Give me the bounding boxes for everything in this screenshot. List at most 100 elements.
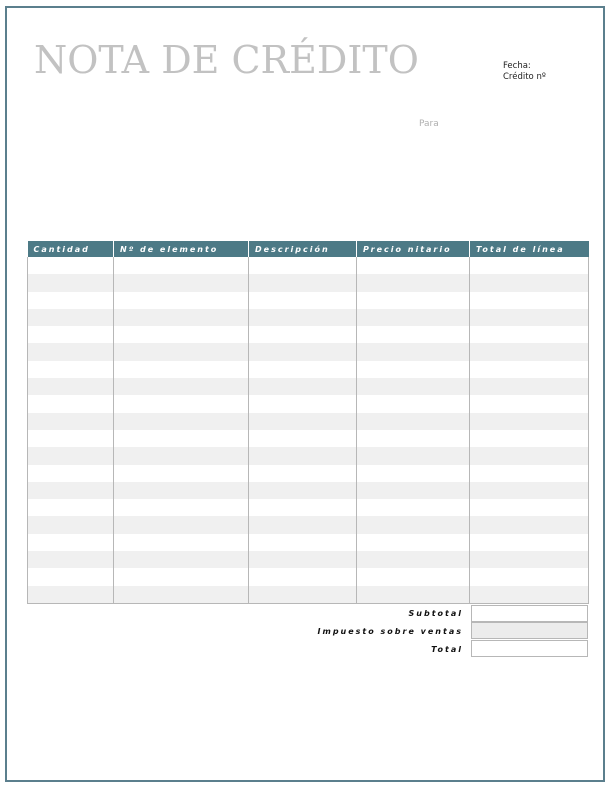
table-cell[interactable] <box>27 378 114 396</box>
table-cell[interactable] <box>113 464 249 482</box>
table-cell[interactable] <box>356 533 470 552</box>
table-cell[interactable] <box>356 429 470 448</box>
table-cell[interactable] <box>469 257 589 275</box>
table-cell[interactable] <box>469 395 589 413</box>
table-cell[interactable] <box>113 551 249 569</box>
table-cell[interactable] <box>469 481 589 500</box>
table-cell[interactable] <box>356 378 470 396</box>
table-cell[interactable] <box>469 447 589 465</box>
table-cell[interactable] <box>356 308 470 327</box>
table-cell[interactable] <box>27 360 114 379</box>
table-cell[interactable] <box>113 257 249 275</box>
table-cell[interactable] <box>248 551 357 569</box>
table-cell[interactable] <box>469 378 589 396</box>
table-cell[interactable] <box>248 274 357 292</box>
table-cell[interactable] <box>469 464 589 482</box>
table-cell[interactable] <box>27 585 114 604</box>
table-cell[interactable] <box>27 481 114 500</box>
table-cell[interactable] <box>356 464 470 482</box>
table-cell[interactable] <box>356 568 470 586</box>
table-cell[interactable] <box>113 343 249 361</box>
table-cell[interactable] <box>113 481 249 500</box>
table-cell[interactable] <box>248 568 357 586</box>
table-cell[interactable] <box>248 395 357 413</box>
table-cell[interactable] <box>469 568 589 586</box>
table-cell[interactable] <box>27 326 114 344</box>
table-cell[interactable] <box>356 343 470 361</box>
tax-field[interactable] <box>471 622 588 639</box>
table-cell[interactable] <box>356 395 470 413</box>
total-field[interactable] <box>471 640 588 657</box>
table-cell[interactable] <box>469 308 589 327</box>
table-cell[interactable] <box>356 360 470 379</box>
table-cell[interactable] <box>356 274 470 292</box>
table-cell[interactable] <box>248 585 357 604</box>
table-cell[interactable] <box>248 533 357 552</box>
table-cell[interactable] <box>356 551 470 569</box>
table-cell[interactable] <box>27 568 114 586</box>
table-cell[interactable] <box>248 516 357 534</box>
table-cell[interactable] <box>248 291 357 309</box>
table-cell[interactable] <box>248 343 357 361</box>
table-cell[interactable] <box>113 291 249 309</box>
table-cell[interactable] <box>27 395 114 413</box>
table-cell[interactable] <box>113 447 249 465</box>
table-cell[interactable] <box>113 516 249 534</box>
table-cell[interactable] <box>469 412 589 430</box>
table-cell[interactable] <box>469 551 589 569</box>
table-cell[interactable] <box>27 343 114 361</box>
table-cell[interactable] <box>356 481 470 500</box>
table-cell[interactable] <box>469 291 589 309</box>
table-cell[interactable] <box>27 533 114 552</box>
table-cell[interactable] <box>469 533 589 552</box>
table-cell[interactable] <box>113 360 249 379</box>
table-cell[interactable] <box>113 395 249 413</box>
table-cell[interactable] <box>27 499 114 517</box>
table-cell[interactable] <box>469 516 589 534</box>
subtotal-field[interactable] <box>471 604 588 622</box>
table-cell[interactable] <box>469 585 589 604</box>
table-cell[interactable] <box>469 499 589 517</box>
table-cell[interactable] <box>113 568 249 586</box>
table-cell[interactable] <box>27 464 114 482</box>
table-cell[interactable] <box>469 274 589 292</box>
table-cell[interactable] <box>248 326 357 344</box>
table-cell[interactable] <box>27 274 114 292</box>
table-cell[interactable] <box>27 516 114 534</box>
table-cell[interactable] <box>356 291 470 309</box>
table-cell[interactable] <box>248 464 357 482</box>
table-cell[interactable] <box>113 429 249 448</box>
table-cell[interactable] <box>469 429 589 448</box>
table-cell[interactable] <box>113 585 249 604</box>
table-cell[interactable] <box>113 326 249 344</box>
table-cell[interactable] <box>356 447 470 465</box>
table-cell[interactable] <box>469 360 589 379</box>
table-cell[interactable] <box>356 585 470 604</box>
table-cell[interactable] <box>27 551 114 569</box>
table-cell[interactable] <box>113 378 249 396</box>
para-label[interactable]: Para <box>419 119 439 129</box>
table-cell[interactable] <box>356 326 470 344</box>
table-cell[interactable] <box>248 481 357 500</box>
table-cell[interactable] <box>113 499 249 517</box>
fecha-label[interactable]: Fecha: <box>503 61 546 72</box>
table-cell[interactable] <box>113 274 249 292</box>
table-cell[interactable] <box>27 429 114 448</box>
table-cell[interactable] <box>356 257 470 275</box>
table-cell[interactable] <box>27 308 114 327</box>
table-cell[interactable] <box>27 291 114 309</box>
table-cell[interactable] <box>113 412 249 430</box>
table-cell[interactable] <box>356 499 470 517</box>
table-cell[interactable] <box>248 499 357 517</box>
table-cell[interactable] <box>248 429 357 448</box>
table-cell[interactable] <box>113 533 249 552</box>
table-cell[interactable] <box>27 447 114 465</box>
table-cell[interactable] <box>113 308 249 327</box>
table-cell[interactable] <box>248 360 357 379</box>
table-cell[interactable] <box>248 447 357 465</box>
table-cell[interactable] <box>27 412 114 430</box>
table-cell[interactable] <box>27 257 114 275</box>
table-cell[interactable] <box>248 308 357 327</box>
table-cell[interactable] <box>248 378 357 396</box>
table-cell[interactable] <box>356 516 470 534</box>
